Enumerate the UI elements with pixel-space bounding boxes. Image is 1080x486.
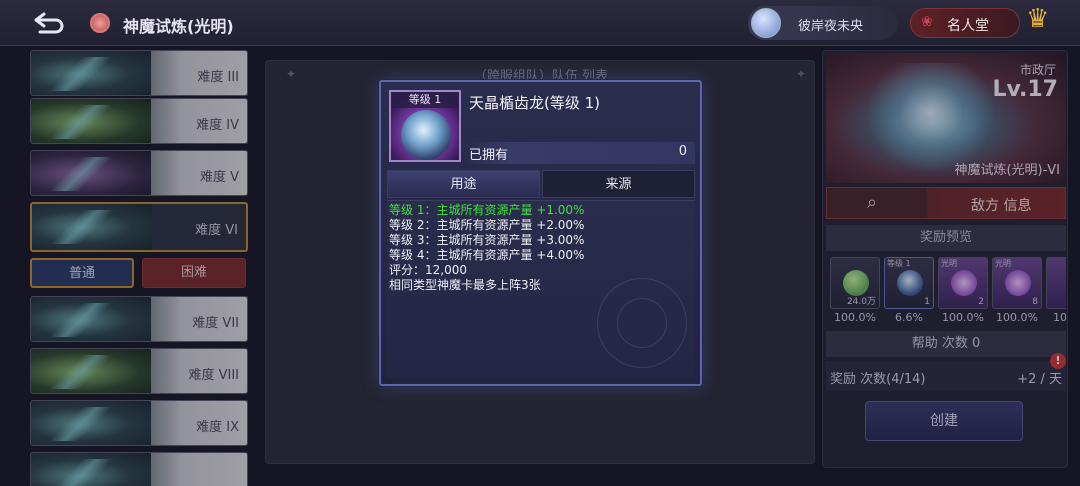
- bonus-line-2: 等级 2：主城所有资源产量 +2.00%: [389, 218, 585, 232]
- detail-tabs: 用途 来源: [387, 170, 695, 198]
- description-list: 等级 1：主城所有资源产量 +1.00% 等级 2：主城所有资源产量 +2.00…: [387, 203, 584, 293]
- top-bar: 神魔试炼(光明) 彼岸夜未央 ❀ 名人堂 ♛: [0, 0, 1080, 46]
- score-line: 评分：12,000: [389, 263, 467, 277]
- bonus-line-4: 等级 4：主城所有资源产量 +4.00%: [389, 248, 585, 262]
- bonus-line-3: 等级 3：主城所有资源产量 +3.00%: [389, 233, 585, 247]
- avatar: [751, 8, 781, 38]
- page-title: 神魔试炼(光明): [123, 17, 234, 36]
- card-portrait: 等级 1: [389, 90, 461, 162]
- hall-of-fame-button[interactable]: ❀ 名人堂: [910, 8, 1020, 38]
- decorative-ring: [617, 298, 667, 348]
- item-detail-popup: 等级 1 天晶楯齿龙(等级 1) 已拥有 0 用途 来源 等级 1：主城所有资源…: [379, 80, 702, 386]
- tab-source[interactable]: 来源: [542, 170, 695, 198]
- user-name: 彼岸夜未央: [798, 19, 864, 34]
- hall-of-fame-icon: ❀: [921, 14, 933, 30]
- card-level-tag: 等级 1: [391, 92, 459, 108]
- deploy-limit-line: 相同类型神魔卡最多上阵3张: [389, 278, 541, 292]
- owned-bar: 已拥有 0: [465, 142, 695, 164]
- description-panel: 等级 1：主城所有资源产量 +1.00% 等级 2：主城所有资源产量 +2.00…: [387, 200, 695, 378]
- back-arrow-icon[interactable]: [30, 10, 66, 36]
- tab-usage[interactable]: 用途: [387, 170, 540, 198]
- owned-count: 0: [678, 144, 687, 159]
- dragon-icon: [401, 110, 451, 160]
- light-emblem-icon: [90, 13, 110, 33]
- bonus-line-1: 等级 1：主城所有资源产量 +1.00%: [389, 203, 585, 217]
- owned-label: 已拥有: [469, 148, 509, 163]
- crown-icon[interactable]: ♛: [1026, 4, 1049, 34]
- hall-of-fame-label: 名人堂: [947, 18, 989, 34]
- item-name: 天晶楯齿龙(等级 1): [469, 94, 601, 112]
- user-profile-chip[interactable]: 彼岸夜未央: [748, 6, 898, 40]
